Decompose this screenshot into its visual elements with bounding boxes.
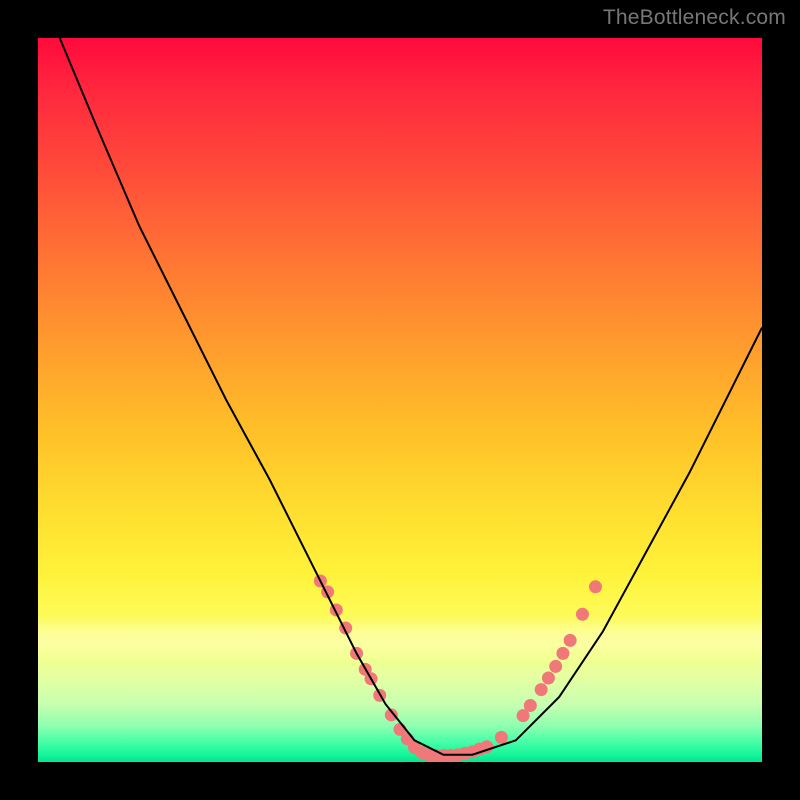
highlight-dot — [564, 634, 577, 647]
highlight-dot — [556, 647, 569, 660]
highlight-dot — [535, 683, 548, 696]
bottleneck-curve — [60, 38, 762, 755]
watermark-text: TheBottleneck.com — [603, 6, 786, 30]
highlight-dot — [542, 672, 555, 685]
highlight-dot — [549, 660, 562, 673]
highlight-dot — [576, 608, 589, 621]
curve-layer — [38, 38, 762, 762]
highlight-dot — [589, 580, 602, 593]
chart-frame: TheBottleneck.com — [0, 0, 800, 800]
highlight-dot — [524, 699, 537, 712]
plot-area — [38, 38, 762, 762]
highlight-dot — [495, 731, 508, 744]
highlight-segments — [314, 575, 602, 762]
